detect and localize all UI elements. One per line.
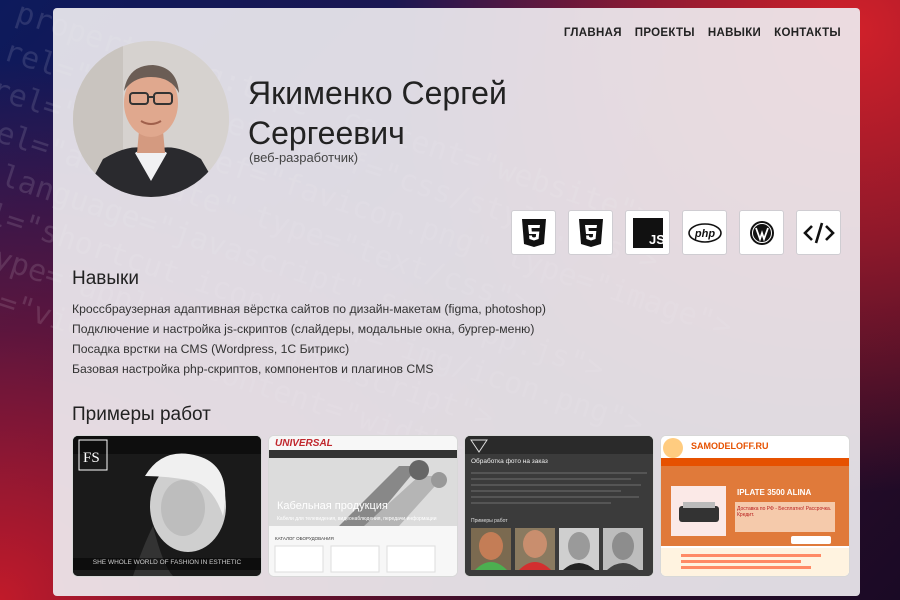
person-role: (веб-разработчик) <box>249 150 359 165</box>
work-caption: SHE WHOLE WORLD OF FASHION IN ESTHETIC <box>92 559 242 566</box>
nav-skills[interactable]: НАВЫКИ <box>708 27 761 39</box>
html5-icon <box>511 210 556 255</box>
work-product: IPLATE 3500 ALINA <box>737 488 812 497</box>
work-headline: Кабельная продукция <box>277 500 388 512</box>
nav-projects[interactable]: ПРОЕКТЫ <box>635 27 695 39</box>
person-name: Якименко Сергей Сергеевич <box>248 73 548 153</box>
works-heading: Примеры работ <box>72 404 211 425</box>
code-icon <box>796 210 841 255</box>
name-line-2: Сергеевич <box>248 115 405 151</box>
work-brand: SAMODELOFF.RU <box>691 441 769 451</box>
skill-item: Посадка врстки на CMS (Wordpress, 1С Бит… <box>72 342 350 356</box>
nav-contacts[interactable]: КОНТАКТЫ <box>774 27 841 39</box>
work-subtitle: Примеры работ <box>471 518 508 524</box>
work-thumbnail-fashion[interactable]: FS SHE WHOLE WORLD OF FASHION IN ESTHETI… <box>72 435 262 577</box>
work-subtitle: Кабели для телевидения, видеонаблюдения,… <box>277 516 437 522</box>
skills-heading: Навыки <box>72 268 139 289</box>
work-thumbnail-samodeloff[interactable]: SAMODELOFF.RU IPLATE 3500 ALINA Доставка… <box>660 435 850 577</box>
name-line-1: Якименко Сергей <box>248 75 507 111</box>
work-thumbnail-cable[interactable]: UNIVERSAL Кабельная продукция Кабели для… <box>268 435 458 577</box>
js-label: JS <box>649 232 663 247</box>
nav-home[interactable]: ГЛАВНАЯ <box>564 27 622 39</box>
profile-card: ГЛАВНАЯ ПРОЕКТЫ НАВЫКИ КОНТАКТЫ Якименко… <box>53 8 860 596</box>
css3-icon <box>568 210 613 255</box>
avatar <box>73 41 229 197</box>
skills-list: Кроссбраузерная адаптивная вёрстка сайто… <box>72 299 546 379</box>
work-thumbnail-photo[interactable]: Обработка фото на заказ Примеры работ <box>464 435 654 577</box>
skill-item: Подключение и настройка js-скриптов (сла… <box>72 322 535 336</box>
work-note: Доставка по РФ - Бесплатно! Рассрочка. К… <box>737 506 832 518</box>
tech-stack: JS php <box>511 210 841 255</box>
skill-item: Базовая настройка php-скриптов, компонен… <box>72 362 434 376</box>
php-label: php <box>693 228 714 240</box>
php-icon: php <box>682 210 727 255</box>
work-headline: Обработка фото на заказ <box>471 458 548 465</box>
svg-text:FS: FS <box>83 450 100 466</box>
js-icon: JS <box>625 210 670 255</box>
wordpress-icon <box>739 210 784 255</box>
works-gallery: FS SHE WHOLE WORLD OF FASHION IN ESTHETI… <box>72 435 850 577</box>
top-nav: ГЛАВНАЯ ПРОЕКТЫ НАВЫКИ КОНТАКТЫ <box>564 27 841 39</box>
skill-item: Кроссбраузерная адаптивная вёрстка сайто… <box>72 302 546 316</box>
work-brand: UNIVERSAL <box>275 438 333 449</box>
work-section: КАТАЛОГ ОБОРУДОВАНИЯ <box>275 536 334 541</box>
